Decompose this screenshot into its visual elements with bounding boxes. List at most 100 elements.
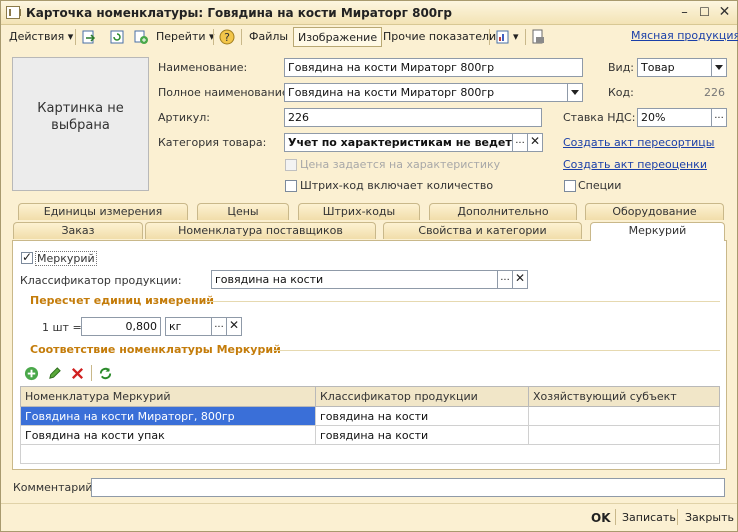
report-menu-arrow[interactable]: ▾ bbox=[511, 27, 521, 47]
unit-clear-button[interactable]: ✕ bbox=[226, 317, 242, 336]
vat-field[interactable]: 20% bbox=[637, 108, 712, 127]
spices-checkbox[interactable] bbox=[564, 180, 576, 192]
fullname-label: Полное наименование: bbox=[158, 86, 293, 99]
name-label: Наименование: bbox=[158, 61, 248, 74]
table-row[interactable]: Говядина на кости упак говядина на кости bbox=[20, 425, 720, 445]
window-title: Карточка номенклатуры: Говядина на кости… bbox=[26, 6, 452, 20]
close-window-button[interactable]: ✕ bbox=[716, 5, 733, 21]
goto-menu[interactable]: Перейти ▾ bbox=[152, 27, 219, 47]
fullname-field[interactable]: Говядина на кости Мираторг 800гр bbox=[284, 83, 568, 102]
barcode-quantity-checkbox[interactable] bbox=[285, 180, 297, 192]
table-cell[interactable] bbox=[528, 425, 720, 445]
toolbar: Действия ▾ Перейти ▾ ? Файлы Изображение… bbox=[3, 26, 738, 48]
unit-ratio-field[interactable]: 0,800 bbox=[81, 317, 161, 336]
classifier-clear-button[interactable]: ✕ bbox=[512, 270, 528, 289]
form-icon bbox=[6, 6, 21, 19]
files-button[interactable]: Файлы bbox=[245, 27, 292, 47]
table-cell[interactable]: говядина на кости bbox=[315, 425, 529, 445]
fullname-dropdown-button[interactable] bbox=[567, 83, 583, 102]
category-label: Категория товара: bbox=[158, 136, 267, 149]
classifier-label: Классификатор продукции: bbox=[20, 274, 182, 287]
title-bar: Карточка номенклатуры: Говядина на кости… bbox=[1, 1, 737, 25]
table-header-row: Номенклатура Меркурий Классификатор прод… bbox=[20, 386, 720, 407]
column-header[interactable]: Хозяйствующий субъект bbox=[528, 386, 720, 407]
mercury-nomenclature-table: Номенклатура Меркурий Классификатор прод… bbox=[20, 386, 720, 445]
ok-button[interactable]: OK bbox=[591, 511, 611, 525]
column-header[interactable]: Классификатор продукции bbox=[315, 386, 529, 407]
tab-supplier-nomenclature[interactable]: Номенклатура поставщиков bbox=[145, 222, 376, 239]
category-field[interactable]: Учет по характеристикам не ведется bbox=[284, 133, 513, 152]
table-cell[interactable]: Говядина на кости Мираторг, 800гр bbox=[20, 406, 316, 426]
spices-label: Специи bbox=[578, 179, 622, 192]
maximize-button[interactable]: ☐ bbox=[696, 5, 713, 21]
code-label: Код: bbox=[608, 86, 634, 99]
table-cell[interactable]: Говядина на кости упак bbox=[20, 425, 316, 445]
category-clear-button[interactable]: ✕ bbox=[527, 133, 543, 152]
column-header[interactable]: Номенклатура Меркурий bbox=[20, 386, 316, 407]
delete-row-icon[interactable] bbox=[70, 366, 85, 381]
table-empty-area bbox=[20, 445, 720, 464]
save-doc-icon[interactable] bbox=[81, 29, 97, 45]
kind-field[interactable]: Товар bbox=[637, 58, 712, 77]
vat-select-button[interactable]: ... bbox=[711, 108, 727, 127]
mercury-checkbox[interactable] bbox=[21, 250, 33, 264]
toolbar-separator bbox=[75, 29, 76, 45]
close-button[interactable]: Закрыть bbox=[685, 511, 734, 524]
edit-row-icon[interactable] bbox=[47, 366, 62, 381]
svg-text:?: ? bbox=[224, 31, 230, 44]
classifier-field[interactable]: говядина на кости bbox=[211, 270, 498, 289]
tab-units[interactable]: Единицы измерения bbox=[18, 203, 188, 220]
comment-label: Комментарий: bbox=[13, 481, 97, 494]
tab-mercury[interactable]: Меркурий bbox=[590, 222, 725, 241]
table-row[interactable]: Говядина на кости Мираторг, 800гр говяди… bbox=[20, 406, 720, 426]
table-cell[interactable] bbox=[528, 406, 720, 426]
minimize-button[interactable]: – bbox=[676, 5, 693, 21]
toolbar-separator bbox=[489, 29, 490, 45]
create-reprice-act-link[interactable]: Создать акт переоценки bbox=[563, 158, 707, 171]
other-indicators-button[interactable]: Прочие показатели bbox=[379, 27, 500, 47]
actions-menu[interactable]: Действия ▾ bbox=[5, 27, 77, 47]
article-label: Артикул: bbox=[158, 111, 210, 124]
group-divider bbox=[273, 350, 720, 351]
price-by-characteristic-checkbox[interactable] bbox=[285, 159, 297, 171]
save-button[interactable]: Записать bbox=[622, 511, 676, 524]
image-button[interactable]: Изображение bbox=[293, 27, 383, 47]
tab-properties[interactable]: Свойства и категории bbox=[383, 222, 582, 239]
print-doc-icon[interactable] bbox=[530, 29, 546, 45]
create-resort-act-link[interactable]: Создать акт пересортицы bbox=[563, 136, 714, 149]
unit-select-button[interactable]: ... bbox=[211, 317, 227, 336]
group-divider bbox=[206, 301, 720, 302]
picture-placeholder[interactable]: Картинка не выбрана bbox=[12, 57, 149, 191]
comment-field[interactable] bbox=[91, 478, 725, 497]
report-icon[interactable] bbox=[495, 29, 511, 45]
tab-barcodes[interactable]: Штрих-коды bbox=[298, 203, 420, 220]
recalc-group-title: Пересчет единиц измерений bbox=[30, 294, 214, 307]
tab-equipment[interactable]: Оборудование bbox=[585, 203, 724, 220]
add-row-icon[interactable] bbox=[24, 366, 39, 381]
refresh-doc-icon[interactable] bbox=[109, 29, 125, 45]
meat-products-link[interactable]: Мясная продукция bbox=[631, 29, 738, 42]
mercury-checkbox-label: Меркурий bbox=[35, 251, 97, 266]
footer-separator bbox=[677, 509, 678, 525]
price-by-characteristic-label: Цена задается на характеристику bbox=[300, 158, 501, 171]
kind-dropdown-button[interactable] bbox=[711, 58, 727, 77]
copy-doc-icon[interactable] bbox=[133, 29, 149, 45]
tab-order[interactable]: Заказ bbox=[13, 222, 143, 239]
toolbar-separator bbox=[91, 365, 92, 381]
name-field[interactable]: Говядина на кости Мираторг 800гр bbox=[284, 58, 583, 77]
table-cell[interactable]: говядина на кости bbox=[315, 406, 529, 426]
footer-divider bbox=[1, 503, 737, 504]
tab-prices[interactable]: Цены bbox=[197, 203, 289, 220]
tab-additional[interactable]: Дополнительно bbox=[429, 203, 577, 220]
refresh-grid-icon[interactable] bbox=[98, 366, 113, 381]
classifier-select-button[interactable]: ... bbox=[497, 270, 513, 289]
kind-label: Вид: bbox=[608, 61, 635, 74]
article-field[interactable]: 226 bbox=[284, 108, 542, 127]
toolbar-separator bbox=[213, 29, 214, 45]
unit-label: 1 шт = bbox=[42, 321, 82, 334]
footer-separator bbox=[615, 509, 616, 525]
help-icon[interactable]: ? bbox=[219, 29, 235, 45]
unit-name-field[interactable]: кг bbox=[165, 317, 212, 336]
category-select-button[interactable]: ... bbox=[512, 133, 528, 152]
vat-label: Ставка НДС: bbox=[563, 111, 636, 124]
